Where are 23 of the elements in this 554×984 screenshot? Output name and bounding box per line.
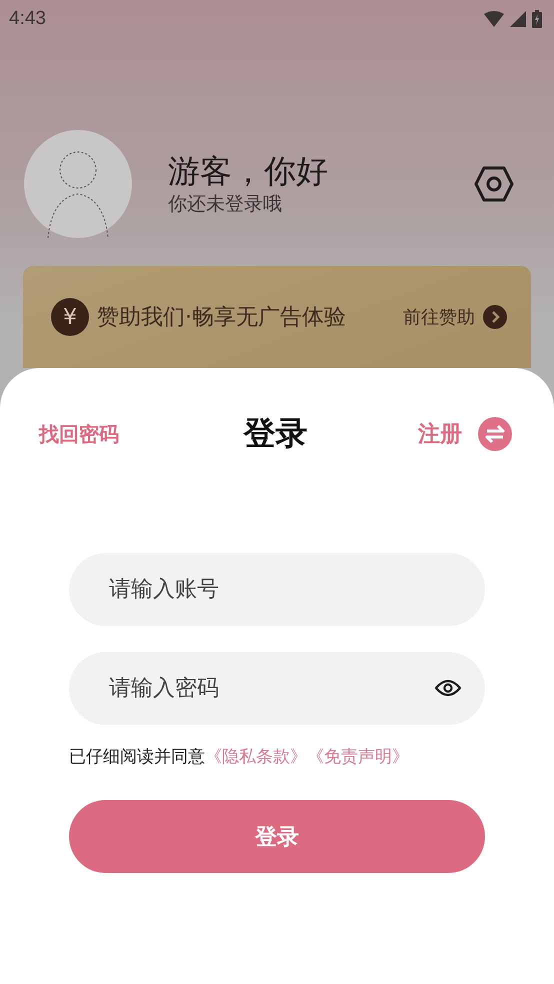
- sponsor-text: 赞助我们·畅享无广告体验: [97, 304, 347, 332]
- signal-icon: [510, 11, 526, 27]
- agreement-text: 已仔细阅读并同意《隐私条款》《免责声明》: [69, 746, 410, 768]
- sponsor-link[interactable]: 前往赞助: [403, 305, 475, 329]
- greeting-text: 游客，你好: [168, 151, 329, 191]
- chevron-right-icon: [483, 305, 507, 329]
- policy-link[interactable]: 《免责声明》: [307, 747, 409, 767]
- sponsor-banner[interactable]: ¥ 赞助我们·畅享无广告体验 前往赞助: [23, 266, 531, 368]
- account-field[interactable]: 请输入账号: [69, 553, 485, 626]
- battery-icon: [532, 10, 542, 28]
- swap-icon[interactable]: [478, 417, 512, 451]
- sheet-title: 登录: [244, 413, 308, 454]
- password-field[interactable]: 请输入密码: [69, 652, 485, 725]
- login-status-text: 你还未登录哦: [168, 192, 283, 217]
- eye-icon[interactable]: [435, 679, 461, 697]
- wifi-icon: [484, 11, 504, 27]
- yen-icon: ¥: [51, 298, 89, 336]
- status-time: 4:43: [9, 8, 46, 30]
- policy-link[interactable]: 《隐私条款》: [205, 747, 307, 767]
- login-button[interactable]: 登录: [69, 800, 485, 873]
- register-link[interactable]: 注册: [418, 419, 462, 449]
- settings-icon[interactable]: [474, 166, 514, 202]
- forgot-password-link[interactable]: 找回密码: [39, 420, 169, 448]
